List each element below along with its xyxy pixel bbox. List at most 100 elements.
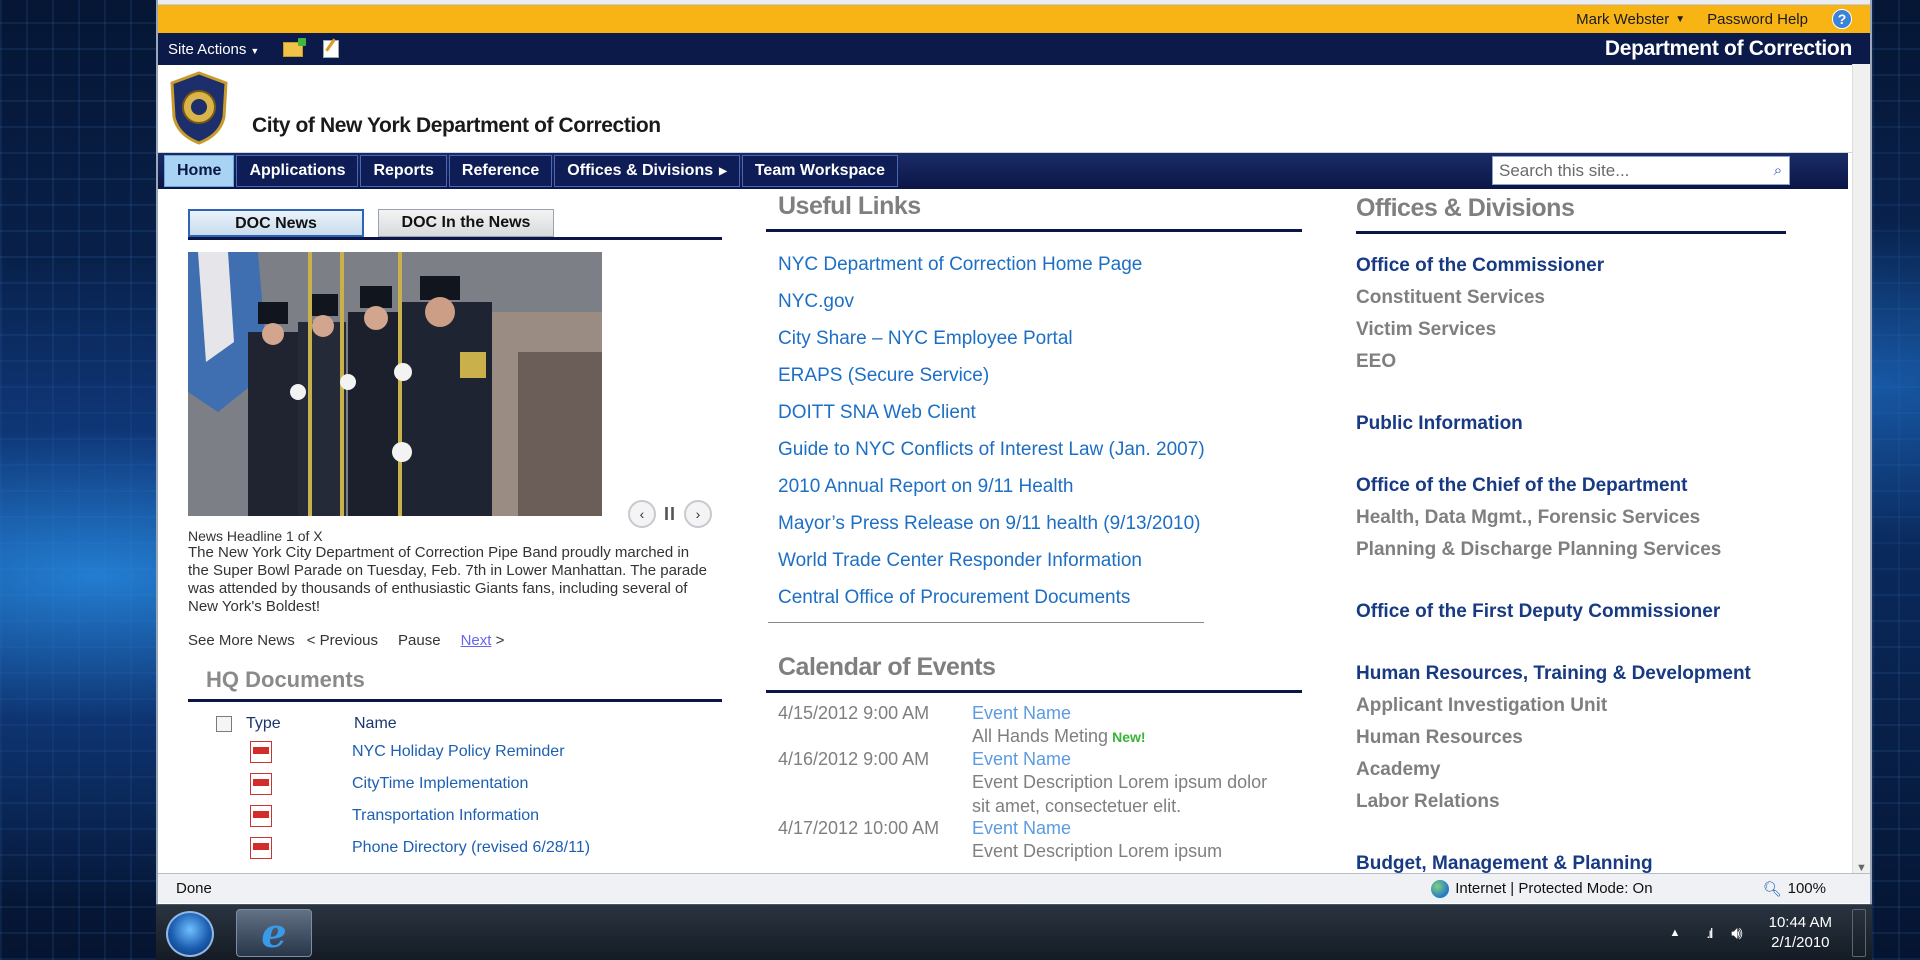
- event-description: All Hands Meting New!: [972, 724, 1146, 749]
- column-header-type[interactable]: Type: [246, 715, 354, 733]
- show-desktop-button[interactable]: [1852, 909, 1866, 957]
- nav-offices-divisions[interactable]: Offices & Divisions ▶: [554, 155, 740, 187]
- show-hidden-icons-icon[interactable]: ▲: [1669, 927, 1680, 939]
- nav-home[interactable]: Home: [164, 155, 235, 187]
- previous-news-link[interactable]: < Previous: [307, 632, 378, 649]
- nav-reports[interactable]: Reports: [360, 155, 447, 187]
- site-actions-caret-icon: ▼: [250, 45, 260, 56]
- zoom-icon[interactable]: 🔍︎: [1763, 880, 1782, 898]
- division-link[interactable]: Academy: [1356, 754, 1786, 786]
- document-link[interactable]: CityTime Implementation: [352, 775, 528, 793]
- list-item[interactable]: World Trade Center Responder Information: [766, 542, 1302, 579]
- pdf-icon: [250, 741, 272, 763]
- edit-page-icon[interactable]: [323, 40, 340, 58]
- office-group: Public Information: [1356, 408, 1786, 440]
- office-link[interactable]: Human Resources, Training & Development: [1356, 658, 1786, 690]
- list-item[interactable]: ERAPS (Secure Service): [766, 357, 1302, 394]
- event-details: Event Name All Hands Meting New!: [972, 703, 1146, 749]
- division-link[interactable]: Human Resources: [1356, 722, 1786, 754]
- site-actions-label: Site Actions: [168, 40, 247, 58]
- browser-window: Mark Webster ▼ Password Help ? Site Acti…: [156, 0, 1872, 904]
- event-date: 4/16/2012 9:00 AM: [778, 749, 930, 769]
- help-icon[interactable]: ?: [1832, 9, 1852, 29]
- calendar-title: Calendar of Events: [766, 653, 1302, 693]
- offices-divisions-title: Offices & Divisions: [1356, 194, 1786, 234]
- hq-documents-table: Type Name NYC Holiday Policy Reminder Ci…: [188, 712, 722, 864]
- site-actions-menu[interactable]: Site Actions ▼: [168, 41, 259, 58]
- document-link[interactable]: Phone Directory (revised 6/28/11): [352, 839, 590, 857]
- headline-counter: News Headline 1 of X: [188, 528, 323, 544]
- list-item[interactable]: DOITT SNA Web Client: [766, 394, 1302, 431]
- system-clock[interactable]: 10:44 AM 2/1/2010: [1769, 913, 1832, 953]
- office-link[interactable]: Office of the Commissioner: [1356, 250, 1786, 282]
- nav-team-workspace[interactable]: Team Workspace: [741, 155, 898, 187]
- division-link[interactable]: Applicant Investigation Unit: [1356, 690, 1786, 722]
- tab-doc-in-the-news[interactable]: DOC In the News: [378, 209, 554, 237]
- next-news-link[interactable]: Next: [461, 632, 492, 649]
- user-menu-caret-icon[interactable]: ▼: [1675, 14, 1685, 25]
- navigate-up-icon[interactable]: [283, 37, 307, 57]
- site-search[interactable]: Search this site... ⌕: [1492, 156, 1790, 185]
- pdf-icon: [250, 773, 272, 795]
- user-menu[interactable]: Mark Webster: [1576, 11, 1669, 28]
- division-link[interactable]: EEO: [1356, 346, 1786, 378]
- office-group: Office of the Chief of the Department He…: [1356, 470, 1786, 566]
- document-link[interactable]: Transportation Information: [352, 807, 539, 825]
- slideshow-controls: ‹ II ›: [628, 500, 713, 528]
- status-bar: Done Internet | Protected Mode: On 🔍︎ 10…: [158, 873, 1870, 903]
- network-icon[interactable]: .ıl: [1706, 925, 1713, 941]
- calendar-event: 4/16/2012 9:00 AM Event Name Event Descr…: [766, 749, 1302, 818]
- column-header-name[interactable]: Name: [354, 715, 397, 733]
- next-slide-icon[interactable]: ›: [684, 500, 713, 528]
- nav-reference[interactable]: Reference: [448, 155, 553, 187]
- vertical-scrollbar[interactable]: ▼: [1852, 64, 1870, 874]
- event-date: 4/17/2012 10:00 AM: [778, 818, 940, 838]
- nav-applications[interactable]: Applications: [236, 155, 359, 187]
- list-item[interactable]: Mayor’s Press Release on 9/11 health (9/…: [766, 505, 1302, 542]
- taskbar: e ▲ .ıl 🔊︎ 10:44 AM 2/1/2010: [156, 904, 1872, 960]
- document-link[interactable]: NYC Holiday Policy Reminder: [352, 743, 565, 761]
- list-item[interactable]: City Share – NYC Employee Portal: [766, 320, 1302, 357]
- see-more-news-link[interactable]: See More News: [188, 632, 295, 649]
- internet-explorer-taskbar-button[interactable]: e: [236, 909, 312, 957]
- pause-news-link[interactable]: Pause: [398, 632, 441, 649]
- division-link[interactable]: Planning & Discharge Planning Services: [1356, 534, 1786, 566]
- previous-slide-icon[interactable]: ‹: [628, 500, 656, 528]
- volume-icon[interactable]: 🔊︎: [1731, 923, 1742, 944]
- division-link[interactable]: Health, Data Mgmt., Forensic Services: [1356, 502, 1786, 534]
- zoom-level[interactable]: 100%: [1788, 880, 1826, 897]
- event-name-link[interactable]: Event Name: [972, 749, 1272, 770]
- table-row: Phone Directory (revised 6/28/11): [188, 832, 722, 864]
- division-link[interactable]: Constituent Services: [1356, 282, 1786, 314]
- list-item[interactable]: Central Office of Procurement Documents: [766, 579, 1302, 616]
- password-help-link[interactable]: Password Help: [1707, 11, 1808, 28]
- division-link[interactable]: Victim Services: [1356, 314, 1786, 346]
- event-name-link[interactable]: Event Name: [972, 818, 1222, 839]
- office-link[interactable]: Office of the First Deputy Commissioner: [1356, 596, 1786, 628]
- security-zone[interactable]: Internet | Protected Mode: On: [1455, 880, 1652, 897]
- select-all-checkbox[interactable]: [216, 716, 232, 732]
- tab-doc-news[interactable]: DOC News: [188, 209, 364, 237]
- start-button-icon[interactable]: [166, 911, 214, 957]
- search-icon[interactable]: ⌕: [1767, 157, 1789, 184]
- office-link[interactable]: Public Information: [1356, 408, 1786, 440]
- list-item[interactable]: NYC.gov: [766, 283, 1302, 320]
- list-item[interactable]: 2010 Annual Report on 9/11 Health: [766, 468, 1302, 505]
- user-bar: Mark Webster ▼ Password Help ?: [158, 5, 1870, 33]
- org-title: City of New York Department of Correctio…: [252, 114, 661, 137]
- pause-slide-icon[interactable]: II: [664, 504, 676, 525]
- event-name-link[interactable]: Event Name: [972, 703, 1146, 724]
- office-link[interactable]: Budget, Management & Planning: [1356, 848, 1786, 873]
- list-item[interactable]: Guide to NYC Conflicts of Interest Law (…: [766, 431, 1302, 468]
- table-row: Transportation Information: [188, 800, 722, 832]
- news-column: DOC News DOC In the News ‹ II › News Hea…: [188, 209, 722, 864]
- division-link[interactable]: Labor Relations: [1356, 786, 1786, 818]
- list-item[interactable]: NYC Department of Correction Home Page: [766, 246, 1302, 283]
- divider: [768, 622, 1204, 623]
- search-input[interactable]: Search this site...: [1499, 161, 1629, 181]
- clock-date: 2/1/2010: [1771, 934, 1830, 951]
- news-photo[interactable]: [188, 252, 602, 516]
- office-group: Human Resources, Training & Development …: [1356, 658, 1786, 818]
- office-link[interactable]: Office of the Chief of the Department: [1356, 470, 1786, 502]
- top-navigation: Home Applications Reports Reference Offi…: [158, 153, 1848, 189]
